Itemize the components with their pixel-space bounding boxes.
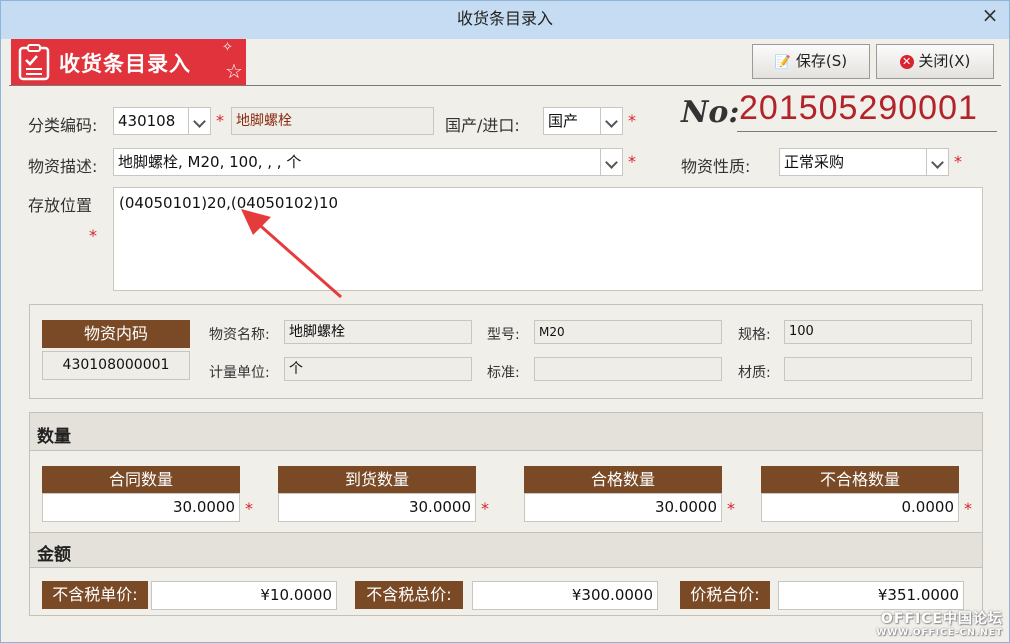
chevron-down-icon[interactable] xyxy=(600,108,622,134)
contract-qty-input[interactable]: 30.0000 xyxy=(42,493,240,522)
arrival-qty-header: 到货数量 xyxy=(278,466,476,493)
amount-section-title: 金额 xyxy=(37,545,71,565)
material-code-value: 430108000001 xyxy=(42,351,190,380)
quantity-section-header xyxy=(30,413,982,451)
title-bar[interactable]: 收货条目录入 × xyxy=(1,1,1009,39)
material-name-label: 物资名称: xyxy=(209,327,270,343)
star-icon: ☆ xyxy=(225,59,243,83)
standard-label: 标准: xyxy=(487,365,520,381)
unit-price-label: 不含税单价: xyxy=(42,581,148,609)
site-watermark: OFFICE中国论坛 WWW.OFFICE-CN.NET xyxy=(876,611,1003,638)
close-circle-icon: ✕ xyxy=(899,54,914,69)
required-mark: * xyxy=(481,499,489,518)
material-desc-label: 物资描述: xyxy=(28,157,98,176)
chevron-down-icon[interactable] xyxy=(926,149,948,175)
save-button[interactable]: 📝 保存(S) xyxy=(752,44,870,79)
required-mark: * xyxy=(89,226,97,245)
material-code-header: 物资内码 xyxy=(42,320,190,348)
material-name-field: 地脚螺栓 xyxy=(284,320,472,344)
origin-label: 国产/进口: xyxy=(445,116,520,135)
unqualified-qty-header: 不合格数量 xyxy=(761,466,959,493)
number-underline xyxy=(737,131,997,132)
tax-total-input[interactable]: ¥351.0000 xyxy=(778,581,964,610)
required-mark: * xyxy=(628,111,636,130)
clipboard-check-icon xyxy=(18,44,50,81)
category-name-field: 地脚螺栓 xyxy=(231,107,434,135)
quantity-section-title: 数量 xyxy=(37,427,71,447)
window-title: 收货条目录入 xyxy=(456,9,553,28)
number-label: No: xyxy=(681,95,740,130)
required-mark: * xyxy=(628,152,636,171)
qualified-qty-input[interactable]: 30.0000 xyxy=(524,493,722,522)
required-mark: * xyxy=(216,111,224,130)
total-price-input[interactable]: ¥300.0000 xyxy=(472,581,658,610)
unit-price-input[interactable]: ¥10.0000 xyxy=(151,581,337,610)
contract-qty-header: 合同数量 xyxy=(42,466,240,493)
dialog-window: 收货条目录入 × 收货条目录入 ✧ ☆ 📝 保存(S) ✕ 关闭(X) 分类编码… xyxy=(0,0,1010,643)
standard-field xyxy=(534,357,722,381)
category-code-label: 分类编码: xyxy=(28,116,98,135)
qualified-qty-header: 合格数量 xyxy=(524,466,722,493)
model-label: 型号: xyxy=(487,327,520,343)
receipt-number: 201505290001 xyxy=(739,89,978,127)
unqualified-qty-input[interactable]: 0.0000 xyxy=(761,493,959,522)
material-desc-select[interactable]: 地脚螺栓, M20, 100, , , 个 xyxy=(113,148,623,176)
material-nature-select[interactable]: 正常采购 xyxy=(779,148,949,176)
window-close-icon[interactable]: × xyxy=(975,1,1005,31)
save-icon: 📝 xyxy=(774,55,792,70)
header-divider xyxy=(9,85,1001,86)
category-code-select[interactable]: 430108 xyxy=(113,107,211,135)
arrival-qty-input[interactable]: 30.0000 xyxy=(278,493,476,522)
tax-total-label: 价税合价: xyxy=(680,581,770,609)
material-nature-label: 物资性质: xyxy=(681,157,751,176)
chevron-down-icon[interactable] xyxy=(188,108,210,134)
spec-field: 100 xyxy=(784,320,972,344)
total-price-label: 不含税总价: xyxy=(355,581,463,609)
chevron-down-icon[interactable] xyxy=(600,149,622,175)
required-mark: * xyxy=(727,499,735,518)
amount-section-header xyxy=(30,532,982,568)
close-button[interactable]: ✕ 关闭(X) xyxy=(876,44,994,79)
texture-field xyxy=(784,357,972,381)
required-mark: * xyxy=(964,499,972,518)
star-icon: ✧ xyxy=(222,40,233,55)
model-field: M20 xyxy=(534,320,722,344)
origin-select[interactable]: 国产 xyxy=(543,107,623,135)
required-mark: * xyxy=(954,152,962,171)
spec-label: 规格: xyxy=(738,327,771,343)
texture-label: 材质: xyxy=(738,365,771,381)
storage-label: 存放位置 xyxy=(28,196,93,215)
banner-title: 收货条目录入 xyxy=(59,51,191,76)
red-arrow-annotation xyxy=(241,209,342,299)
unit-label: 计量单位: xyxy=(209,365,270,381)
unit-field: 个 xyxy=(284,357,472,381)
form-banner: 收货条目录入 ✧ ☆ xyxy=(11,39,246,85)
required-mark: * xyxy=(245,499,253,518)
